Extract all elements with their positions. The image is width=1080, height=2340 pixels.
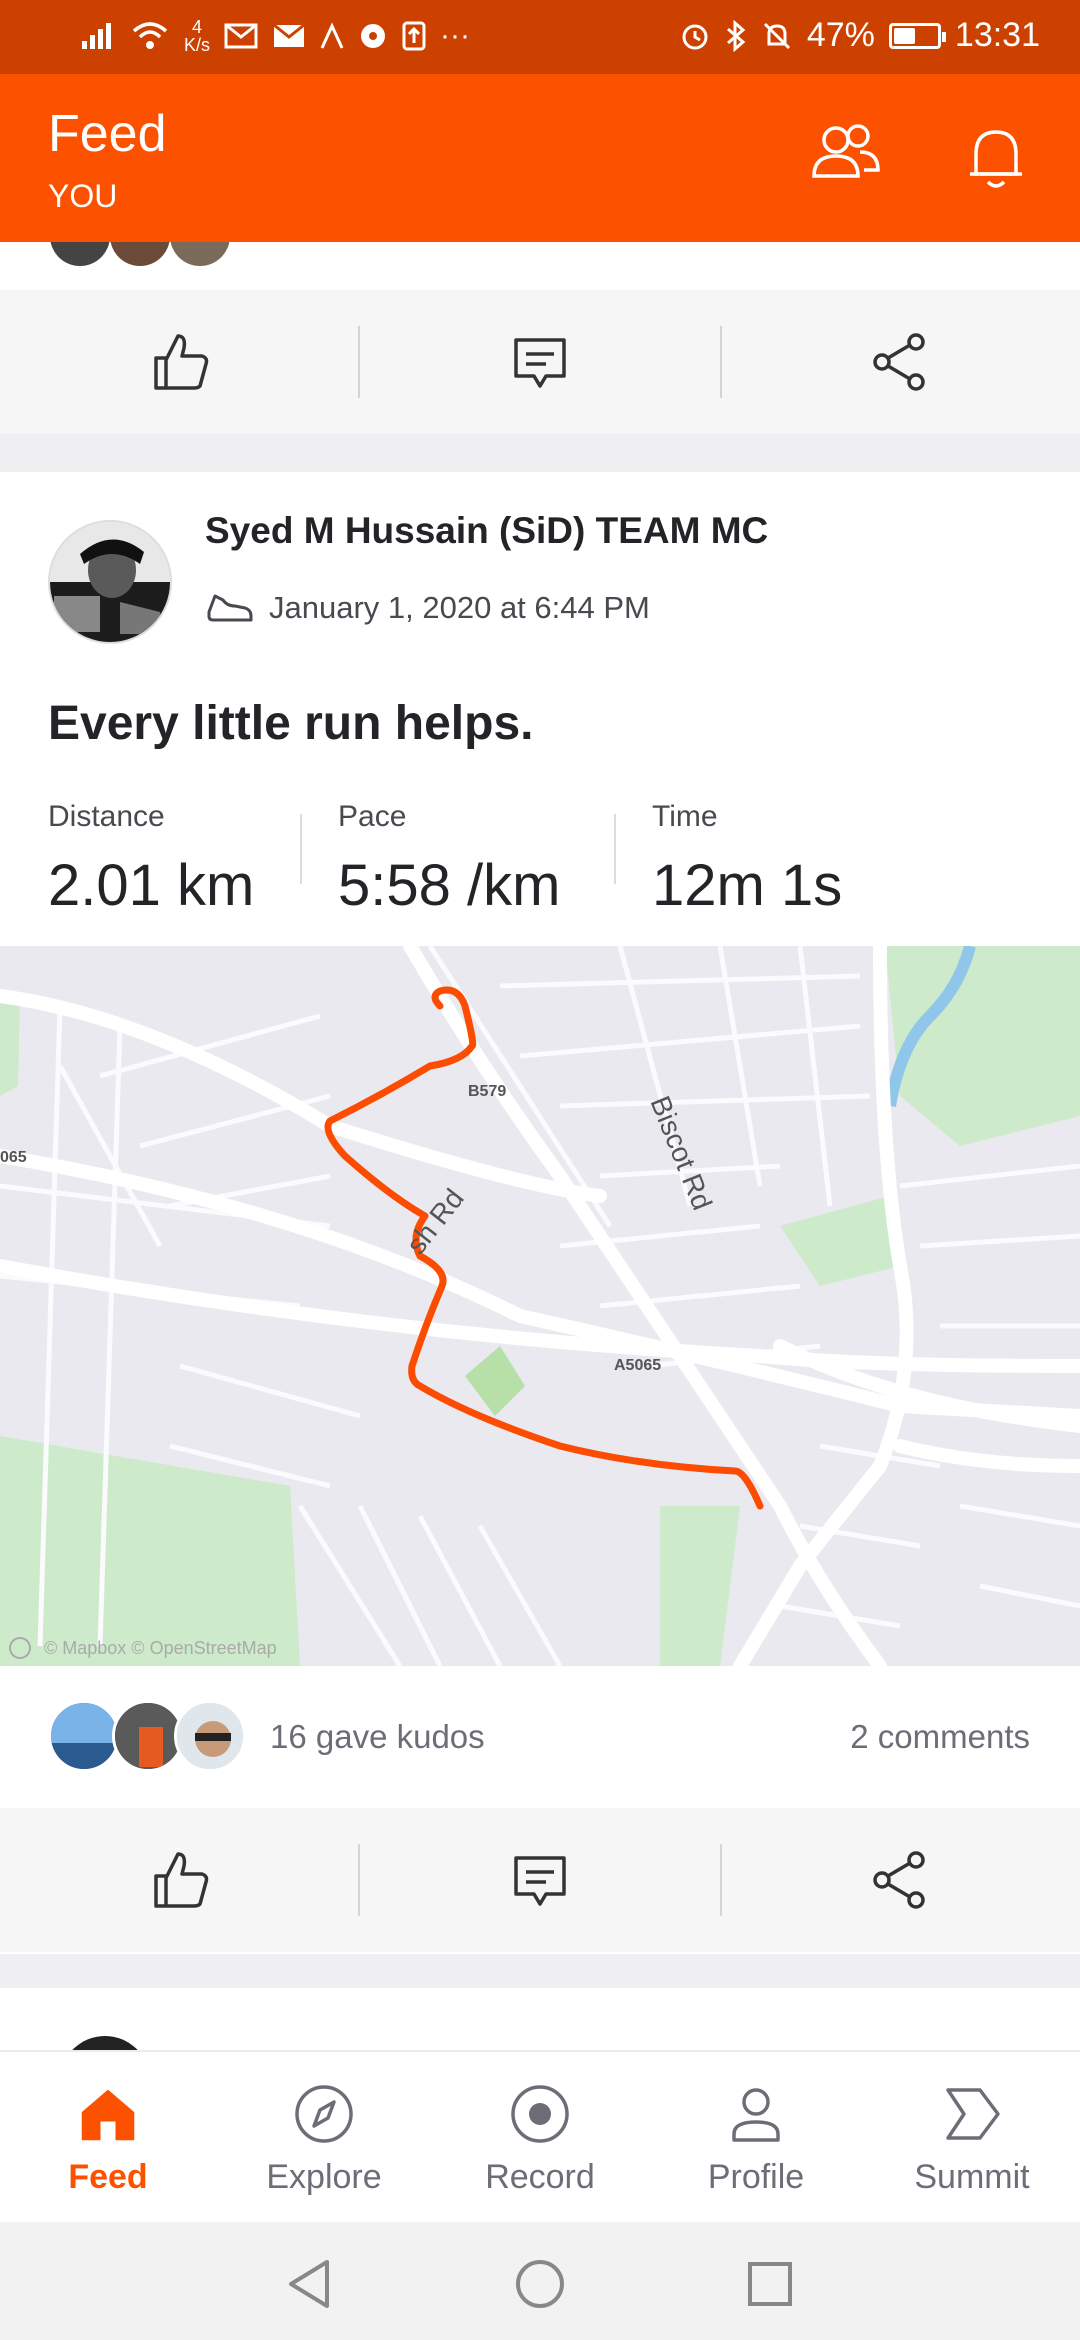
map-attribution: © Mapbox © OpenStreetMap (44, 1638, 277, 1658)
athlete-avatar[interactable] (48, 520, 172, 644)
stat-value: 5:58 /km (338, 853, 561, 918)
summit-icon (942, 2084, 1002, 2144)
activity-title[interactable]: Every little run helps. (48, 696, 533, 751)
comment-button[interactable] (360, 1808, 720, 1952)
stat-pace: Pace 5:58 /km (338, 800, 560, 919)
home-nav-icon[interactable] (514, 2258, 566, 2310)
system-nav-bar (0, 2222, 1080, 2340)
record-icon (510, 2084, 570, 2144)
status-icons-left: 4 K/s ··· (80, 18, 470, 54)
kudos-avatar[interactable] (48, 1700, 120, 1772)
divider (614, 814, 616, 884)
thumbs-up-icon (154, 1852, 209, 1908)
activity-date: January 1, 2020 at 6:44 PM (269, 590, 650, 625)
activity-meta: January 1, 2020 at 6:44 PM (205, 590, 650, 626)
avatar (170, 242, 230, 266)
wifi-icon (132, 22, 168, 49)
people-icon[interactable] (810, 120, 882, 184)
strava-icon (320, 22, 344, 49)
comment-icon (514, 1856, 566, 1906)
kudos-avatar[interactable] (174, 1700, 246, 1772)
shoe-icon (207, 594, 253, 622)
mail-icon (224, 23, 258, 49)
nav-label: Summit (914, 2158, 1030, 2196)
compass-icon (294, 2084, 354, 2144)
action-bar (0, 1808, 1080, 1952)
bottom-nav: Feed Explore Record Profile Summit (0, 2050, 1080, 2222)
stat-value: 12m 1s (652, 853, 843, 918)
stat-label: Distance (48, 800, 165, 833)
kudos-count[interactable]: 16 gave kudos (270, 1718, 485, 1756)
athlete-name[interactable]: Syed M Hussain (SiD) TEAM MC (205, 510, 768, 552)
nav-feed[interactable]: Feed (0, 2052, 216, 2224)
back-icon[interactable] (285, 2258, 333, 2310)
signal-icon (82, 23, 111, 49)
athlete-photo (50, 522, 170, 642)
comment-button[interactable] (360, 290, 720, 434)
avatar (50, 242, 110, 266)
avatar (60, 2036, 150, 2050)
page-title: Feed (48, 105, 167, 163)
map-label-b579: B579 (468, 1083, 506, 1100)
kudos-button[interactable] (0, 290, 360, 434)
nav-label: Record (485, 2158, 595, 2196)
home-icon (78, 2084, 138, 2144)
thumbs-up-icon (154, 334, 209, 390)
app-header: Feed YOU (0, 74, 1080, 242)
share-button[interactable] (720, 1808, 1080, 1952)
clock: 13:31 (954, 16, 1040, 54)
battery-icon (888, 22, 946, 49)
previous-card (0, 242, 1080, 290)
nav-summit[interactable]: Summit (864, 2052, 1080, 2224)
comment-icon (514, 338, 566, 388)
football-icon (361, 24, 386, 48)
stat-time: Time 12m 1s (652, 800, 842, 919)
recents-icon[interactable] (746, 2260, 794, 2308)
nav-label: Explore (266, 2158, 382, 2196)
stat-label: Pace (338, 800, 407, 833)
battery-fill (893, 27, 915, 44)
alarm-icon (682, 24, 708, 49)
divider (300, 814, 302, 884)
net-speed: 4 K/s (184, 17, 211, 55)
comments-count[interactable]: 2 comments (850, 1718, 1030, 1756)
nav-label: Feed (68, 2158, 148, 2196)
nav-profile[interactable]: Profile (648, 2052, 864, 2224)
stat-distance: Distance 2.01 km (48, 800, 254, 919)
status-icons-right: 47% 13:31 (679, 16, 1040, 55)
stat-value: 2.01 km (48, 853, 255, 918)
map-label-a5065: A5065 (614, 1357, 661, 1374)
nav-label: Profile (707, 2158, 805, 2196)
kudos-button[interactable] (0, 1808, 360, 1952)
bell-icon[interactable] (966, 124, 1026, 192)
mute-icon (763, 22, 790, 49)
next-card (0, 1988, 1080, 2050)
map-canvas: B579 Biscot Rd sh Rd A5065 065 © Mapbox … (0, 946, 1080, 1666)
park-area (0, 996, 20, 1096)
page-subtitle[interactable]: YOU (48, 178, 117, 215)
share-button[interactable] (720, 290, 1080, 434)
gmail-icon (273, 23, 305, 47)
map-label-road-cut: 065 (0, 1149, 27, 1166)
status-bar: 4 K/s ··· 47% 13:31 (0, 0, 1080, 74)
battery-percent: 47% (806, 16, 875, 54)
share-icon (873, 1851, 925, 1909)
more-icon: ··· (440, 19, 470, 52)
stat-label: Time (652, 800, 718, 833)
share-icon (873, 333, 925, 391)
person-icon (726, 2084, 786, 2144)
nav-explore[interactable]: Explore (216, 2052, 432, 2224)
route-map[interactable]: B579 Biscot Rd sh Rd A5065 065 © Mapbox … (0, 946, 1080, 1666)
avatar (110, 242, 170, 266)
bluetooth-icon (726, 19, 746, 52)
upload-icon (402, 21, 426, 51)
action-bar (0, 290, 1080, 434)
nav-record[interactable]: Record (432, 2052, 648, 2224)
